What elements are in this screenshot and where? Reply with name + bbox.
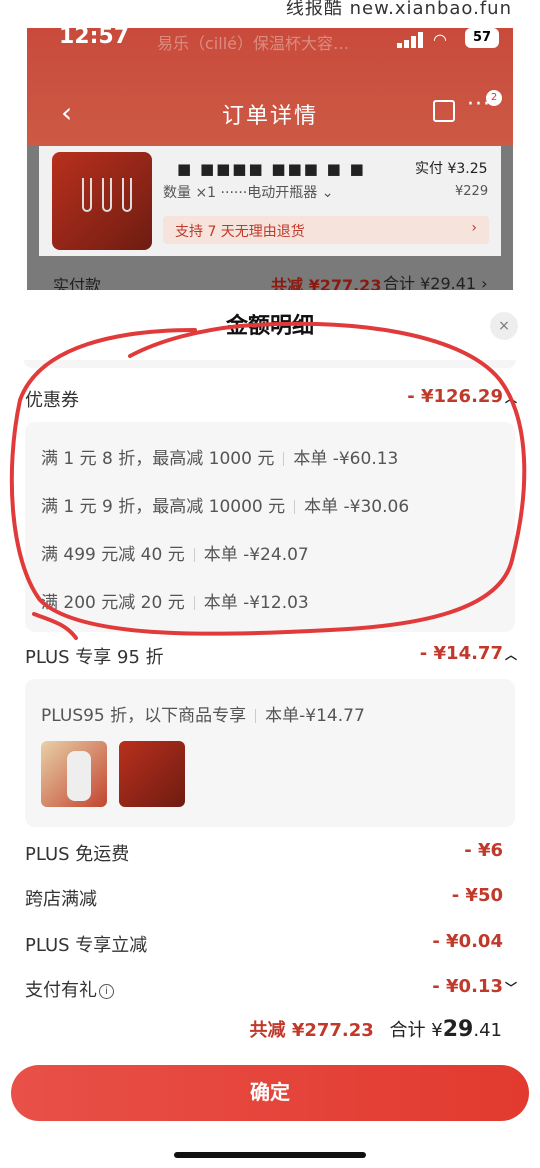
chevron-right-icon: › [471,220,477,236]
plus-section-header[interactable]: PLUS 专享 95 折 - ¥14.77 ︿ [25,641,517,671]
info-icon[interactable]: i [99,983,114,999]
fee-row-value: - ¥50 [451,885,503,906]
product-card[interactable]: ■ ■■■■ ■■■ ■ ■ 数量 ×1 ······电动开瓶器 ⌄ 实付 ¥3… [39,146,501,256]
product-original-price: ¥229 [455,184,489,199]
home-indicator [174,1152,366,1158]
fee-row-label: PLUS 免运费 [25,844,130,865]
coupon-section-label: 优惠券 [25,390,79,411]
fee-row-label: 跨店满减 [25,889,97,910]
footer-total: 合计 ¥29.41 [389,1017,502,1042]
refund-policy-text: 支持 7 天无理由退货 [175,224,305,240]
battery-icon: 57 [465,28,499,48]
product-qty: 数量 ×1 ······电动开瓶器 ⌄ [163,185,334,201]
product-paid-price: 实付 ¥3.25 [415,161,488,177]
product-name: ■ ■■■■ ■■■ ■ ■ [177,160,366,178]
plus-detail-box: PLUS95 折，以下商品专享 本单-¥14.77 [25,679,515,827]
status-time: 12:57 [59,28,130,49]
plus-detail-text: PLUS95 折，以下商品专享 本单-¥14.77 [41,706,365,726]
fee-row-value: - ¥0.13 ﹀ [432,976,517,997]
scroll-edge [24,360,516,368]
signal-icon [397,32,423,48]
coupon-item: 满 1 元 9 折，最高减 10000 元本单 -¥30.06 [41,497,410,517]
chevron-up-icon: ︿ [504,391,517,405]
fee-row: PLUS 免运费 - ¥6 [25,838,517,868]
fee-row: PLUS 专享立减 - ¥0.04 [25,929,517,959]
plus-section-value: - ¥14.77 ︿ [419,643,517,664]
chevron-down-icon: ﹀ [504,981,517,995]
chevron-up-icon: ︿ [504,648,517,662]
title-bar: ‹ 订单详情 ··· 2 [27,90,513,132]
close-button[interactable]: × [490,312,518,340]
footer-summary: 共减 ¥277.23 合计 ¥29.41 [250,1016,502,1042]
summary-footer: 共减 ¥277.23 合计 ¥29.41 确定 [0,1000,540,1168]
refund-policy-bar[interactable]: 支持 7 天无理由退货 › [163,216,489,244]
fee-row-value: - ¥0.04 [432,931,503,952]
confirm-button[interactable]: 确定 [11,1065,529,1121]
status-bar: 12:57 易乐（cillé）保温杯大容… ◠ 57 [27,28,513,58]
fee-row-label: PLUS 专享立减 [25,935,148,956]
notification-badge: 2 [486,90,502,106]
product-thumbnail[interactable] [119,741,185,807]
share-icon[interactable] [433,100,455,122]
coupon-item: 满 499 元减 40 元本单 -¥24.07 [41,545,309,565]
plus-section-label: PLUS 专享 95 折 [25,647,164,668]
footer-discount: 共减 ¥277.23 [249,1020,374,1041]
coupon-list: 满 1 元 8 折，最高减 1000 元本单 -¥60.13 满 1 元 9 折… [25,422,515,632]
coupon-item: 满 200 元减 20 元本单 -¥12.03 [41,593,309,613]
product-thumbnail[interactable] [41,741,107,807]
fee-row-value: - ¥6 [464,840,503,861]
sheet-title: 金额明细 [225,314,314,339]
order-header: 12:57 易乐（cillé）保温杯大容… ◠ 57 ‹ 订单详情 ··· 2 [27,28,513,146]
coupon-section-header[interactable]: 优惠券 - ¥126.29 ︿ [25,384,517,414]
fee-row-label: 支付有礼 i [25,976,114,1002]
top-strip: 线报酷 new.xianbao.fun [0,0,540,28]
coupon-section-value: - ¥126.29 ︿ [407,386,517,407]
fee-row: 跨店满减 - ¥50 [25,883,517,913]
notification-ghost-text: 易乐（cillé）保温杯大容… [157,34,349,53]
product-image [52,152,152,250]
coupon-item: 满 1 元 8 折，最高减 1000 元本单 -¥60.13 [41,449,399,469]
wifi-icon: ◠ [433,30,447,49]
watermark-text: 线报酷 new.xianbao.fun [285,0,512,19]
